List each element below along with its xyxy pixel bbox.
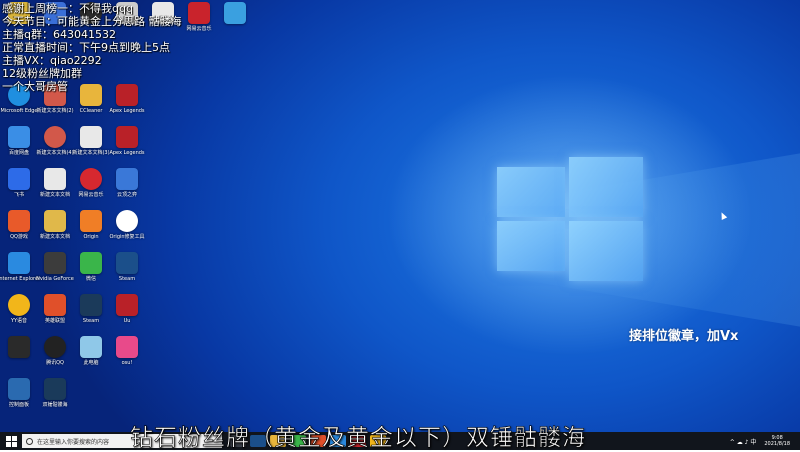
- desktop-icon-label: Origin修复工具: [109, 234, 145, 240]
- app-icon: [44, 210, 66, 232]
- app-icon: [116, 336, 138, 358]
- app-icon: [44, 168, 66, 190]
- app-icon: [188, 2, 210, 24]
- app-icon: [116, 168, 138, 190]
- watermark-text: 接排位徽章，加Vx: [629, 329, 739, 344]
- app-icon: [8, 252, 30, 274]
- search-placeholder: 在这里输入你要搜索的内容: [37, 438, 110, 446]
- app-icon: [80, 336, 102, 358]
- desktop-background: 网易云音乐 Microsoft Edge 新建文本文档(2) CCleaner Apex…: [0, 0, 800, 432]
- windows-start-icon: [5, 435, 17, 447]
- overlay-line: 12级粉丝牌加群: [2, 67, 82, 80]
- app-icon: [116, 294, 138, 316]
- windows-logo: [497, 157, 643, 281]
- overlay-line: 感谢上周榜一：不得我qqq: [2, 2, 133, 15]
- desktop-icon[interactable]: 云顶之弈: [104, 168, 150, 198]
- app-icon: [116, 126, 138, 148]
- app-icon: [44, 294, 66, 316]
- tray-icons[interactable]: ^ ☁ ♪ 中: [730, 437, 757, 446]
- desktop-icon-label: 双锤骷髅海: [42, 402, 68, 408]
- app-icon: [8, 294, 30, 316]
- app-icon: [44, 126, 66, 148]
- desktop-icon[interactable]: Apex Legends: [104, 126, 150, 156]
- app-icon: [8, 336, 30, 358]
- app-icon: [80, 210, 102, 232]
- stream-subtitle: 钻石粉丝牌（黄金及黄金以下）双锤骷髅海: [130, 425, 586, 452]
- app-icon: [224, 2, 246, 24]
- desktop-icon[interactable]: Uu: [104, 294, 150, 324]
- desktop-icon[interactable]: [212, 2, 258, 26]
- desktop-icon-label: Uu: [123, 318, 131, 324]
- desktop-icon[interactable]: Steam: [104, 252, 150, 282]
- desktop-icon[interactable]: osu!: [104, 336, 150, 366]
- overlay-line: 正常直播时间：下午9点到晚上5点: [2, 41, 170, 54]
- desktop-icon-label: 网易云音乐: [186, 26, 212, 32]
- overlay-line: 今天节目：可能黄金上分思路 骷髅海: [2, 15, 182, 28]
- desktop-icon-label: 云顶之弈: [116, 192, 137, 198]
- app-icon: [116, 210, 138, 232]
- overlay-line: 主播VX：qiao2292: [2, 54, 102, 67]
- search-icon: [26, 437, 33, 445]
- stream-info-overlay: 感谢上周榜一：不得我qqq 今天节目：可能黄金上分思路 骷髅海 主播q群：643…: [2, 2, 182, 93]
- desktop-icon-label: Apex Legends: [109, 150, 145, 156]
- app-icon: [8, 126, 30, 148]
- desktop-icon[interactable]: 双锤骷髅海: [32, 378, 78, 408]
- desktop-icon[interactable]: Origin修复工具: [104, 210, 150, 240]
- app-icon: [116, 252, 138, 274]
- app-icon: [8, 210, 30, 232]
- app-icon: [44, 378, 66, 400]
- clock-date: 2021/8/18: [764, 441, 790, 447]
- desktop-icon-label: osu!: [121, 360, 133, 366]
- app-icon: [80, 126, 102, 148]
- app-icon: [44, 252, 66, 274]
- app-icon: [80, 294, 102, 316]
- start-button[interactable]: [0, 432, 22, 450]
- overlay-line: 主播q群：643041532: [2, 28, 116, 41]
- system-tray: ^ ☁ ♪ 中 9:08 2021/8/18: [730, 435, 800, 447]
- app-icon: [8, 378, 30, 400]
- app-icon: [8, 168, 30, 190]
- desktop-icon-label: Apex Legends: [109, 108, 145, 114]
- app-icon: [80, 168, 102, 190]
- desktop-icon-label: Steam: [118, 276, 136, 282]
- app-icon: [80, 252, 102, 274]
- app-icon: [44, 336, 66, 358]
- clock[interactable]: 9:08 2021/8/18: [764, 435, 790, 447]
- overlay-line: 一个大哥房管: [2, 80, 68, 93]
